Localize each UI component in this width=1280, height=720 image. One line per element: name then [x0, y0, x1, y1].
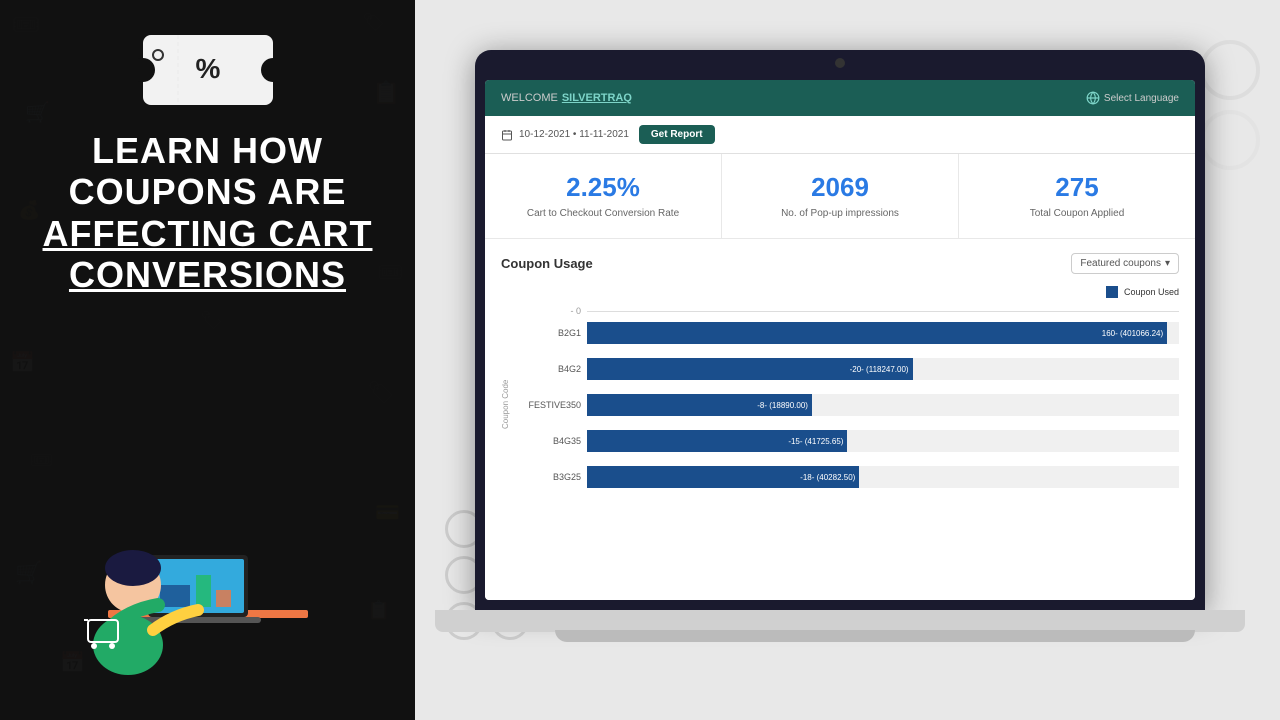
app-header: WELCOME SILVERTRAQ Select Language: [485, 80, 1195, 116]
welcome-label: WELCOME: [501, 92, 558, 104]
chart-legend: Coupon Used: [501, 286, 1179, 298]
left-content: LEARN HOW COUPONS ARE AFFECTING CART CON…: [0, 130, 415, 296]
legend-label: Coupon Used: [1124, 287, 1179, 297]
bars-container: B2G1 160- (401066.24) B4G2 -20- (118247.…: [516, 322, 1179, 488]
bar-value: -18- (40282.50): [800, 473, 855, 482]
date-range-text: 10-12-2021 • 11-11-2021: [519, 129, 629, 140]
zero-label: - 0: [516, 306, 581, 316]
bar-fill: 160- (401066.24): [587, 322, 1167, 344]
chart-title: Coupon Usage: [501, 256, 593, 271]
bar-row: B4G2 -20- (118247.00): [516, 358, 1179, 380]
chart-filter[interactable]: Featured coupons ▾: [1071, 253, 1179, 274]
headline-line2: COUPONS ARE: [69, 171, 347, 212]
laptop-foot: [555, 630, 1195, 642]
bar-value: -8- (18890.00): [757, 401, 808, 410]
legend-color: [1106, 286, 1118, 298]
stat-card-coupons: 275 Total Coupon Applied: [959, 154, 1195, 238]
bar-track: -18- (40282.50): [587, 466, 1179, 488]
left-panel: 🎟 🏷 🛒 📋 📅 🏷 🎟 💳 🛒 📋 📅 💰 🎟 🏷 % LEARN HOW …: [0, 0, 415, 720]
bar-row: B2G1 160- (401066.24): [516, 322, 1179, 344]
get-report-button[interactable]: Get Report: [639, 125, 715, 144]
zero-line: - 0: [516, 306, 1179, 316]
filter-label: Featured coupons: [1080, 258, 1161, 269]
laptop-base: [435, 610, 1245, 632]
chart-container: Coupon Used Coupon Code - 0: [501, 286, 1179, 502]
bar-chart: Coupon Code - 0 B2G1 16: [501, 306, 1179, 502]
headline-line3: AFFECTING CART: [43, 213, 373, 254]
bar-fill: -18- (40282.50): [587, 466, 859, 488]
bar-label: B4G2: [516, 364, 581, 374]
language-selector[interactable]: Select Language: [1086, 91, 1179, 105]
laptop-screen: WELCOME SILVERTRAQ Select Language: [475, 50, 1205, 610]
bar-value: 160- (401066.24): [1102, 329, 1163, 338]
bar-value: -20- (118247.00): [850, 365, 909, 374]
bar-label: B2G1: [516, 328, 581, 338]
bar-fill: -20- (118247.00): [587, 358, 913, 380]
stats-row: 2.25% Cart to Checkout Conversion Rate 2…: [485, 154, 1195, 239]
app-ui: WELCOME SILVERTRAQ Select Language: [485, 80, 1195, 600]
stat-card-impressions: 2069 No. of Pop-up impressions: [722, 154, 959, 238]
laptop-mockup: WELCOME SILVERTRAQ Select Language: [475, 50, 1280, 720]
headline: LEARN HOW COUPONS ARE AFFECTING CART CON…: [30, 130, 385, 296]
conversion-label: Cart to Checkout Conversion Rate: [501, 207, 705, 220]
bar-track: -15- (41725.65): [587, 430, 1179, 452]
bar-row: FESTIVE350 -8- (18890.00): [516, 394, 1179, 416]
bar-label: B4G35: [516, 436, 581, 446]
username-label: SILVERTRAQ: [562, 92, 632, 104]
bar-label: B3G25: [516, 472, 581, 482]
coupon-icon: %: [138, 20, 278, 120]
right-panel: WELCOME SILVERTRAQ Select Language: [415, 0, 1280, 720]
app-toolbar: 10-12-2021 • 11-11-2021 Get Report: [485, 116, 1195, 154]
lang-label: Select Language: [1104, 93, 1179, 104]
laptop-camera: [835, 58, 845, 68]
bar-track: -20- (118247.00): [587, 358, 1179, 380]
coupons-label: Total Coupon Applied: [975, 207, 1179, 220]
headline-line1: LEARN HOW: [92, 130, 323, 171]
chart-header: Coupon Usage Featured coupons ▾: [501, 253, 1179, 274]
svg-text:%: %: [195, 53, 220, 84]
headline-line4: CONVERSIONS: [69, 254, 346, 295]
stat-card-conversion: 2.25% Cart to Checkout Conversion Rate: [485, 154, 722, 238]
bar-label: FESTIVE350: [516, 400, 581, 410]
app-body: Coupon Usage Featured coupons ▾ Coupon U…: [485, 239, 1195, 600]
bar-track: -8- (18890.00): [587, 394, 1179, 416]
date-range: 10-12-2021 • 11-11-2021: [501, 129, 629, 141]
bar-fill: -8- (18890.00): [587, 394, 812, 416]
conversion-value: 2.25%: [501, 172, 705, 203]
impressions-value: 2069: [738, 172, 942, 203]
bar-fill: -15- (41725.65): [587, 430, 847, 452]
bar-track: 160- (401066.24): [587, 322, 1179, 344]
chart-area: Coupon Usage Featured coupons ▾ Coupon U…: [485, 239, 1195, 600]
bar-row: B4G35 -15- (41725.65): [516, 430, 1179, 452]
impressions-label: No. of Pop-up impressions: [738, 207, 942, 220]
filter-arrow: ▾: [1165, 258, 1170, 269]
bars-wrapper: - 0 B2G1 160- (401066.24) B4G2 -20- (118…: [516, 306, 1179, 502]
y-axis-label: Coupon Code: [501, 306, 510, 502]
coupons-value: 275: [975, 172, 1179, 203]
illustration: [0, 490, 415, 690]
bar-row: B3G25 -18- (40282.50): [516, 466, 1179, 488]
bar-value: -15- (41725.65): [788, 437, 843, 446]
